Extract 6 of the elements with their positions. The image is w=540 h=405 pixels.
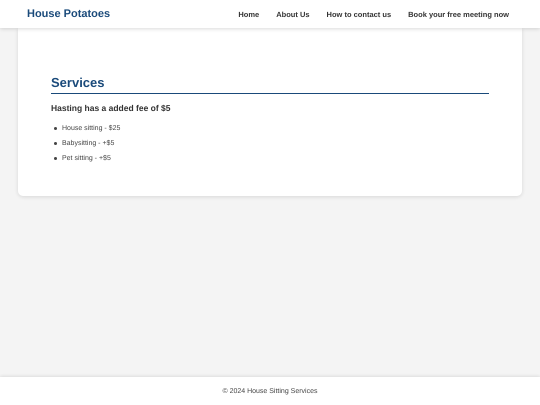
site-logo[interactable]: House Potatoes: [27, 8, 110, 20]
fee-note: Hasting has a added fee of $5: [51, 103, 172, 113]
bullet-icon: [54, 157, 57, 160]
section-title: Services: [51, 75, 489, 94]
bullet-icon: [54, 127, 57, 130]
bullet-icon: [54, 142, 57, 145]
